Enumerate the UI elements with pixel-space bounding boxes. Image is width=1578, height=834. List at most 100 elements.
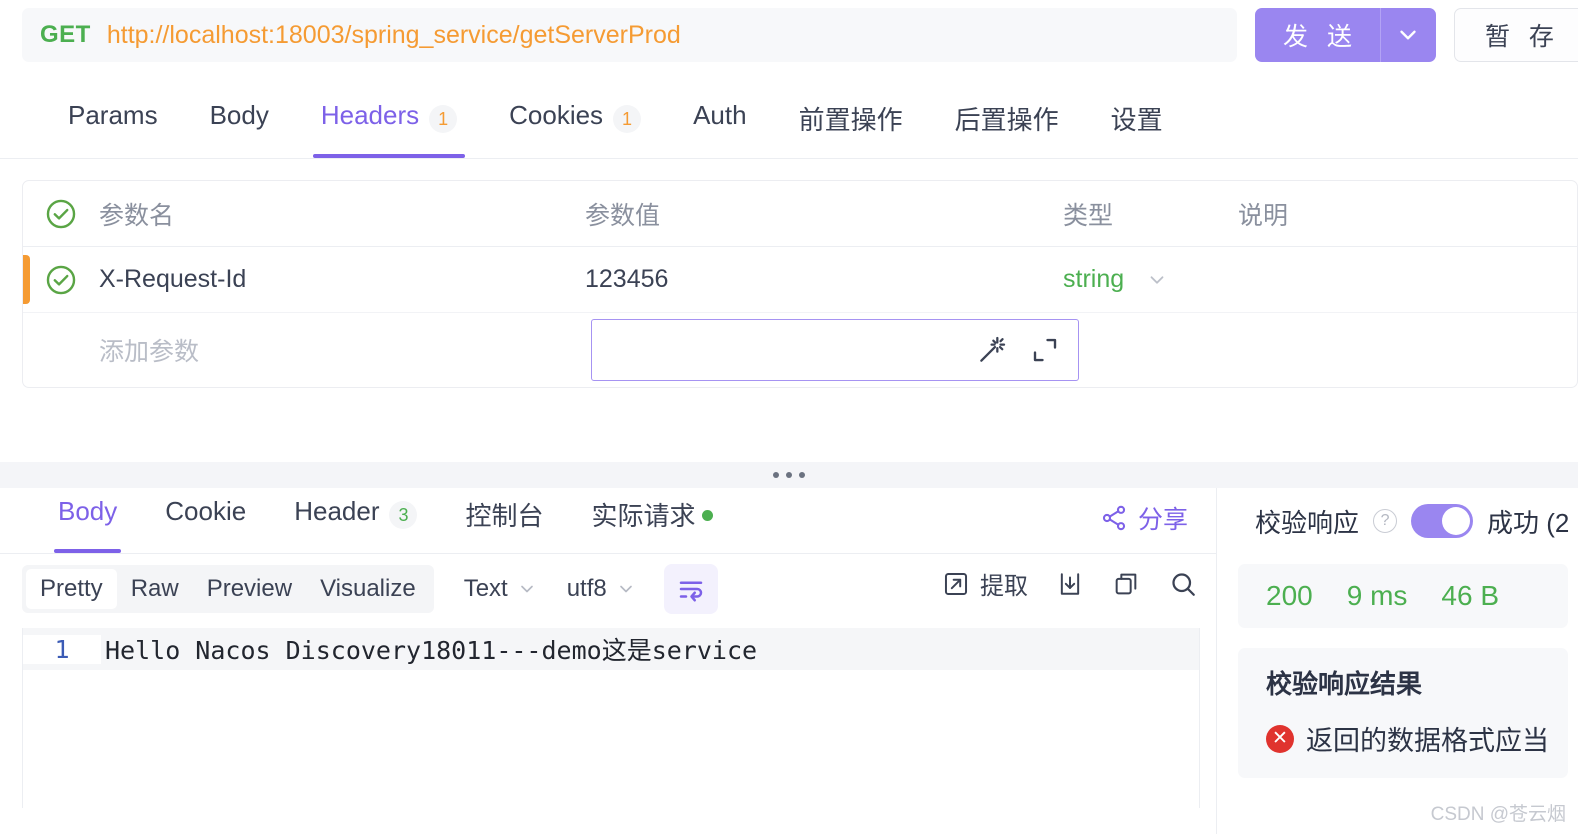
response-tab-header-count: 3 xyxy=(389,501,418,529)
response-body-content[interactable]: 1 Hello Nacos Discovery18011---demo这是ser… xyxy=(22,628,1200,808)
verify-status-label: 成功 (2 xyxy=(1487,507,1570,538)
verify-result-card: 校验响应结果 ✕ 返回的数据格式应当 xyxy=(1238,648,1568,778)
tab-cookies-label: Cookies xyxy=(509,100,604,130)
code-line: 1 Hello Nacos Discovery18011---demo这是ser… xyxy=(23,628,1199,670)
verify-response-label: 校验响应 xyxy=(1255,507,1360,538)
response-tab-body[interactable]: Body xyxy=(34,488,141,553)
encoding-select[interactable]: utf8 xyxy=(567,575,636,603)
verify-response-toggle[interactable] xyxy=(1411,504,1474,538)
tab-body-label: Body xyxy=(209,100,269,130)
api-client-window: GET http://localhost:18003/spring_servic… xyxy=(0,0,1578,834)
response-stats: 200 9 ms 46 B xyxy=(1238,564,1568,628)
tab-post-operation-label: 后置操作 xyxy=(954,105,1059,135)
response-tab-actual-request-label: 实际请求 xyxy=(591,501,696,531)
extract-button[interactable]: 提取 xyxy=(942,566,1028,601)
row-active-marker xyxy=(23,255,30,304)
download-button[interactable] xyxy=(1056,570,1084,598)
tab-cookies-count: 1 xyxy=(613,105,642,133)
magic-wand-icon[interactable] xyxy=(976,334,1008,366)
url-text[interactable]: http://localhost:18003/spring_service/ge… xyxy=(107,21,681,50)
verify-response-row: 校验响应 ? 成功 (2 xyxy=(1218,488,1578,554)
tab-auth[interactable]: Auth xyxy=(667,92,773,158)
check-circle-icon xyxy=(44,263,78,297)
format-select-value: Text xyxy=(463,575,508,602)
chevron-down-icon xyxy=(616,579,636,599)
tab-settings[interactable]: 设置 xyxy=(1085,92,1189,158)
search-button[interactable] xyxy=(1168,569,1198,599)
chevron-down-icon xyxy=(1146,269,1168,291)
param-type-select[interactable]: string xyxy=(1063,265,1238,294)
tab-cookies[interactable]: Cookies 1 xyxy=(483,92,667,158)
share-button[interactable]: 分享 xyxy=(1100,500,1188,536)
tab-headers[interactable]: Headers 1 xyxy=(295,92,483,158)
view-mode-pretty[interactable]: Pretty xyxy=(26,569,117,609)
verify-result-title: 校验响应结果 xyxy=(1266,669,1423,699)
chevron-down-icon xyxy=(517,579,537,599)
tab-body[interactable]: Body xyxy=(184,92,295,158)
response-tab-cookie-label: Cookie xyxy=(165,496,247,526)
add-param-row[interactable]: 添加参数 xyxy=(23,313,1577,387)
send-button[interactable]: 发 送 xyxy=(1255,8,1380,62)
param-type-value: string xyxy=(1063,265,1125,293)
new-param-value-input[interactable] xyxy=(591,319,1079,381)
help-circle-icon[interactable]: ? xyxy=(1373,509,1398,533)
response-tab-body-label: Body xyxy=(58,496,118,526)
http-method-label[interactable]: GET xyxy=(40,21,91,49)
view-mode-raw[interactable]: Raw xyxy=(117,569,193,609)
panel-splitter[interactable] xyxy=(0,462,1578,488)
verify-result-error: ✕ 返回的数据格式应当 xyxy=(1266,719,1568,758)
chevron-down-icon xyxy=(1395,22,1421,48)
request-url-bar: GET http://localhost:18003/spring_servic… xyxy=(0,0,1578,70)
send-button-group: 发 送 xyxy=(1255,8,1436,62)
verify-result-error-text: 返回的数据格式应当 xyxy=(1306,726,1549,756)
table-row[interactable]: X-Request-Id 123456 string xyxy=(23,247,1577,313)
tab-pre-operation[interactable]: 前置操作 xyxy=(773,92,929,158)
splitter-handle-icon xyxy=(773,472,805,478)
tab-post-operation[interactable]: 后置操作 xyxy=(929,92,1085,158)
response-tab-actual-request[interactable]: 实际请求 xyxy=(568,488,737,553)
response-actions: 提取 xyxy=(942,566,1198,601)
response-tab-header[interactable]: Header 3 xyxy=(270,488,441,553)
expand-icon[interactable] xyxy=(1030,335,1060,365)
status-code: 200 xyxy=(1266,580,1313,611)
param-value-input[interactable]: 123456 xyxy=(585,265,1063,294)
line-content: Hello Nacos Discovery18011---demo这是servi… xyxy=(105,636,758,665)
word-wrap-icon xyxy=(676,574,706,604)
response-panel: Body Cookie Header 3 控制台 实际请求 分享 Pretty … xyxy=(0,488,1217,834)
format-select[interactable]: Text xyxy=(464,575,537,603)
view-mode-preview[interactable]: Preview xyxy=(193,569,306,609)
table-header-row: 参数名 参数值 类型 说明 xyxy=(23,181,1577,247)
param-name-input[interactable]: X-Request-Id xyxy=(99,265,585,294)
tab-headers-count: 1 xyxy=(429,105,458,133)
verify-response-panel: 校验响应 ? 成功 (2 200 9 ms 46 B 校验响应结果 ✕ 返回的数… xyxy=(1218,488,1578,834)
word-wrap-toggle[interactable] xyxy=(663,564,718,614)
request-tab-bar: Params Body Headers 1 Cookies 1 Auth 前置操… xyxy=(0,92,1578,159)
tab-headers-label: Headers xyxy=(320,100,420,130)
extract-icon xyxy=(942,570,970,598)
response-tab-console[interactable]: 控制台 xyxy=(441,488,567,553)
add-param-placeholder[interactable]: 添加参数 xyxy=(99,332,585,368)
check-circle-icon xyxy=(44,197,78,231)
url-input[interactable]: GET http://localhost:18003/spring_servic… xyxy=(22,8,1237,62)
view-mode-segmented-control: Pretty Raw Preview Visualize xyxy=(22,565,434,613)
toggle-knob xyxy=(1442,507,1471,535)
select-all-checkbox[interactable] xyxy=(23,197,99,231)
encoding-select-value: utf8 xyxy=(566,575,607,602)
share-label: 分享 xyxy=(1137,506,1188,534)
active-tab-indicator xyxy=(54,549,122,553)
view-mode-visualize[interactable]: Visualize xyxy=(306,569,430,609)
send-options-dropdown[interactable] xyxy=(1379,8,1436,62)
row-checkbox[interactable] xyxy=(23,263,99,297)
search-icon xyxy=(1168,569,1198,599)
tab-params[interactable]: Params xyxy=(42,92,184,158)
status-dot-icon xyxy=(701,510,713,521)
copy-icon xyxy=(1112,570,1140,598)
copy-button[interactable] xyxy=(1112,570,1140,598)
response-size: 46 B xyxy=(1441,580,1500,611)
active-tab-indicator xyxy=(312,154,466,158)
tab-pre-operation-label: 前置操作 xyxy=(798,105,903,135)
column-header-value: 参数值 xyxy=(585,201,661,230)
column-header-desc: 说明 xyxy=(1238,201,1289,230)
save-draft-button[interactable]: 暂 存 xyxy=(1453,8,1578,62)
response-tab-cookie[interactable]: Cookie xyxy=(141,488,270,553)
